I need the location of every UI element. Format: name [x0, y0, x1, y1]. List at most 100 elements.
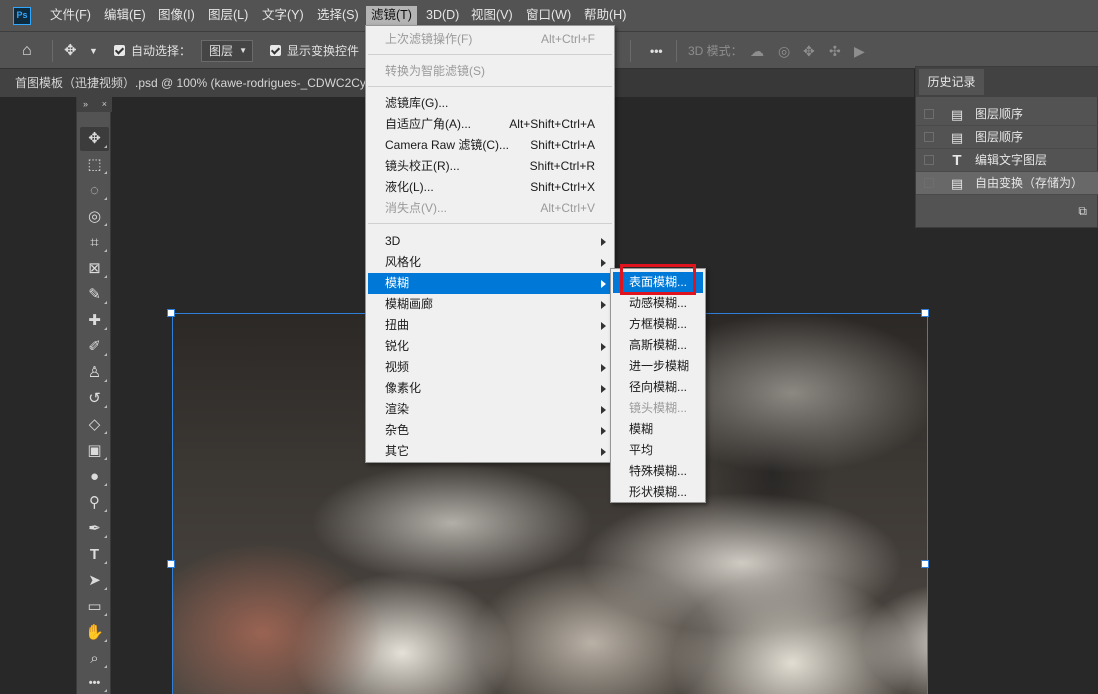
menu-item-pixelate[interactable]: 像素化: [368, 378, 612, 399]
more-tools-icon[interactable]: •••: [80, 671, 109, 694]
menu-item-distort[interactable]: 扭曲: [368, 315, 612, 336]
menu-item-noise[interactable]: 杂色: [368, 420, 612, 441]
menu-type[interactable]: 文字(Y): [257, 6, 309, 25]
move-tool-preset-icon[interactable]: ✥: [64, 41, 77, 61]
history-item-active[interactable]: ▤ 自由变换（存储为）: [916, 172, 1098, 195]
photoshop-logo-icon[interactable]: Ps: [13, 7, 31, 25]
history-item[interactable]: ▤ 图层顺序: [916, 126, 1098, 149]
close-icon[interactable]: ×: [102, 97, 107, 112]
stamp-icon[interactable]: ♙: [80, 361, 109, 385]
menu-item-filter-gallery[interactable]: 滤镜库(G)...: [368, 93, 612, 114]
menu-select[interactable]: 选择(S): [312, 6, 364, 25]
menu-layer[interactable]: 图层(L): [203, 6, 253, 25]
3d-pan-icon: ✥: [803, 43, 815, 59]
type-icon[interactable]: T: [80, 543, 109, 567]
submenu-item-blur-more[interactable]: 进一步模糊: [613, 356, 703, 377]
menu-item-render[interactable]: 渲染: [368, 399, 612, 420]
hand-icon[interactable]: ✋: [80, 621, 109, 645]
menu-item-3d[interactable]: 3D: [368, 231, 612, 252]
history-panel: 历史记录 ▤ 图层顺序 ▤ 图层顺序 T 编辑文字图层 ▤ 自由变换（存储为） …: [915, 66, 1098, 228]
dodge-icon[interactable]: ⚲: [80, 491, 109, 515]
history-item[interactable]: ▤ 图层顺序: [916, 103, 1098, 126]
document-tab[interactable]: 首图模板（迅捷视频）.psd @ 100% (kawe-rodrigues-_C…: [0, 69, 370, 97]
home-icon[interactable]: ⌂: [22, 41, 32, 61]
history-brush-icon[interactable]: ↺: [80, 387, 109, 411]
menu-item-sharpen[interactable]: 锐化: [368, 336, 612, 357]
submenu-arrow-icon: [601, 322, 606, 330]
eraser-icon[interactable]: ◇: [80, 413, 109, 437]
menu-3d[interactable]: 3D(D): [421, 6, 464, 25]
submenu-item-motion-blur[interactable]: 动感模糊...: [613, 293, 703, 314]
submenu-item-lens-blur: 镜头模糊...: [613, 398, 703, 419]
pen-icon[interactable]: ✒: [80, 517, 109, 541]
menu-item-blur-gallery[interactable]: 模糊画廊: [368, 294, 612, 315]
quick-select-icon[interactable]: ◎: [80, 205, 109, 229]
menu-item-camera-raw[interactable]: Camera Raw 滤镜(C)... Shift+Ctrl+A: [368, 135, 612, 156]
menu-item-blur[interactable]: 模糊: [368, 273, 612, 294]
submenu-item-radial-blur[interactable]: 径向模糊...: [613, 377, 703, 398]
menu-item-shortcut: Shift+Ctrl+R: [529, 159, 595, 173]
history-snapshot-checkbox[interactable]: [924, 178, 934, 188]
submenu-arrow-icon: [601, 343, 606, 351]
menu-file[interactable]: 文件(F): [45, 6, 96, 25]
submenu-item-blur[interactable]: 模糊: [613, 419, 703, 440]
tab-history[interactable]: 历史记录: [919, 69, 984, 95]
menu-item-adaptive-wide-angle[interactable]: 自适应广角(A)... Alt+Shift+Ctrl+A: [368, 114, 612, 135]
brush-icon[interactable]: ✐: [80, 335, 109, 359]
blur-tool-icon[interactable]: ●: [80, 465, 109, 489]
marquee-icon[interactable]: ⬚: [80, 153, 109, 177]
submenu-item-smart-blur[interactable]: 特殊模糊...: [613, 461, 703, 482]
menu-item-label: 3D: [385, 234, 401, 248]
chevron-down-icon[interactable]: ▼: [89, 41, 98, 61]
divider: [630, 40, 631, 62]
collapse-icon[interactable]: »: [83, 97, 88, 112]
auto-select-checkbox[interactable]: [114, 45, 125, 56]
history-item[interactable]: T 编辑文字图层: [916, 149, 1098, 172]
menu-item-other[interactable]: 其它: [368, 441, 612, 462]
auto-select-target-dropdown[interactable]: 图层 ▼: [201, 40, 253, 62]
transform-handle[interactable]: [167, 309, 175, 317]
history-snapshot-checkbox[interactable]: [924, 109, 934, 119]
submenu-item-gaussian-blur[interactable]: 高斯模糊...: [613, 335, 703, 356]
menu-item-lens-correction[interactable]: 镜头校正(R)... Shift+Ctrl+R: [368, 156, 612, 177]
menu-item-liquify[interactable]: 液化(L)... Shift+Ctrl+X: [368, 177, 612, 198]
menu-item-shortcut: Shift+Ctrl+A: [530, 138, 595, 152]
submenu-item-shape-blur[interactable]: 形状模糊...: [613, 482, 703, 503]
menu-item-label: 模糊: [629, 422, 654, 436]
zoom-icon[interactable]: ⌕: [80, 647, 109, 671]
menu-filter[interactable]: 滤镜(T): [366, 6, 417, 25]
gradient-icon[interactable]: ▣: [80, 439, 109, 463]
menu-window[interactable]: 窗口(W): [521, 6, 576, 25]
path-select-icon[interactable]: ➤: [80, 569, 109, 593]
menu-image[interactable]: 图像(I): [153, 6, 200, 25]
transform-handle[interactable]: [167, 560, 175, 568]
history-item-label: 自由变换（存储为）: [975, 176, 1084, 190]
tools-panel-header[interactable]: » ×: [77, 97, 112, 112]
menu-item-stylize[interactable]: 风格化: [368, 252, 612, 273]
new-snapshot-icon[interactable]: ⧉: [1078, 204, 1087, 219]
move-icon[interactable]: ✥: [80, 127, 109, 151]
menu-item-label: 模糊: [385, 276, 410, 290]
history-snapshot-checkbox[interactable]: [924, 155, 934, 165]
menu-edit[interactable]: 编辑(E): [99, 6, 151, 25]
menu-item-label: 渲染: [385, 402, 410, 416]
crop-icon[interactable]: ⌗: [80, 231, 109, 255]
frame-icon[interactable]: ⊠: [80, 257, 109, 281]
lasso-icon[interactable]: ◌: [80, 179, 109, 203]
3d-orbit-icon: ☁: [750, 43, 764, 59]
menu-view[interactable]: 视图(V): [466, 6, 518, 25]
more-options-button[interactable]: •••: [650, 41, 663, 61]
eyedropper-icon[interactable]: ✎: [80, 283, 109, 307]
transform-handle[interactable]: [921, 309, 929, 317]
show-transform-checkbox[interactable]: [270, 45, 281, 56]
menu-help[interactable]: 帮助(H): [579, 6, 631, 25]
menu-item-label: 径向模糊...: [629, 380, 688, 394]
rectangle-icon[interactable]: ▭: [80, 595, 109, 619]
submenu-item-box-blur[interactable]: 方框模糊...: [613, 314, 703, 335]
menu-item-video[interactable]: 视频: [368, 357, 612, 378]
history-snapshot-checkbox[interactable]: [924, 132, 934, 142]
menu-item-label: 消失点(V)...: [385, 201, 447, 215]
transform-handle[interactable]: [921, 560, 929, 568]
healing-icon[interactable]: ✚: [80, 309, 109, 333]
submenu-item-average[interactable]: 平均: [613, 440, 703, 461]
